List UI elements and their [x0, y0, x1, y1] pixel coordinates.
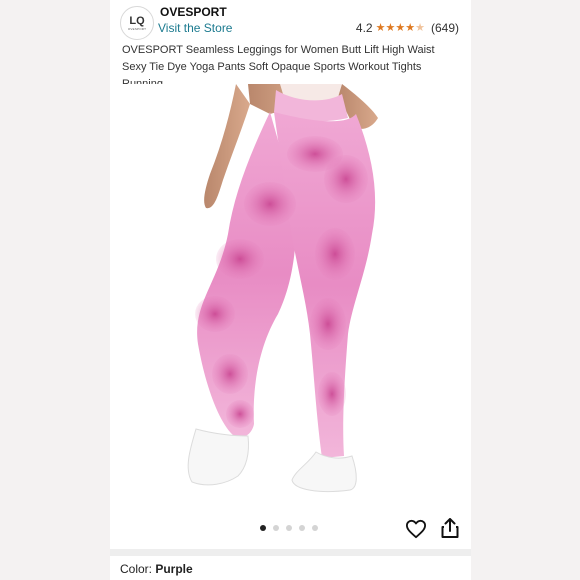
- product-image[interactable]: [110, 84, 471, 504]
- store-header: LQ OVESPORT OVESPORT Visit the Store 4.2…: [110, 0, 471, 90]
- image-dot[interactable]: [273, 525, 279, 531]
- heart-icon[interactable]: [405, 519, 427, 539]
- image-dot[interactable]: [312, 525, 318, 531]
- section-divider: [110, 549, 471, 556]
- store-logo-subtext: OVESPORT: [127, 26, 147, 31]
- product-panel: LQ OVESPORT OVESPORT Visit the Store 4.2…: [110, 0, 471, 580]
- store-logo[interactable]: LQ OVESPORT: [120, 6, 154, 40]
- star-icon: ★: [415, 22, 425, 34]
- image-dot[interactable]: [299, 525, 305, 531]
- right-backdrop: [471, 0, 580, 580]
- star-icon: ★: [395, 22, 406, 34]
- rating-value: 4.2: [355, 21, 373, 35]
- product-photo: [187, 84, 378, 493]
- visit-store-link[interactable]: Visit the Store: [158, 21, 232, 35]
- image-controls: [110, 505, 471, 549]
- color-selection: Color: Purple: [120, 562, 193, 576]
- color-value: Purple: [155, 562, 193, 576]
- left-backdrop: [0, 0, 110, 580]
- rating-stars: ★ ★ ★ ★ ★: [376, 22, 425, 34]
- rating-summary[interactable]: 4.2 ★ ★ ★ ★ ★ (649): [356, 21, 459, 35]
- star-icon: ★: [385, 22, 396, 34]
- star-icon: ★: [405, 22, 416, 34]
- image-dot[interactable]: [260, 525, 266, 531]
- image-pagination: [260, 525, 318, 531]
- color-label: Color:: [120, 562, 156, 576]
- star-icon: ★: [375, 22, 386, 34]
- image-dot[interactable]: [286, 525, 292, 531]
- store-name[interactable]: OVESPORT: [160, 5, 227, 19]
- rating-count: (649): [430, 21, 459, 35]
- store-logo-mark: LQ: [129, 14, 145, 27]
- share-icon[interactable]: [441, 518, 459, 538]
